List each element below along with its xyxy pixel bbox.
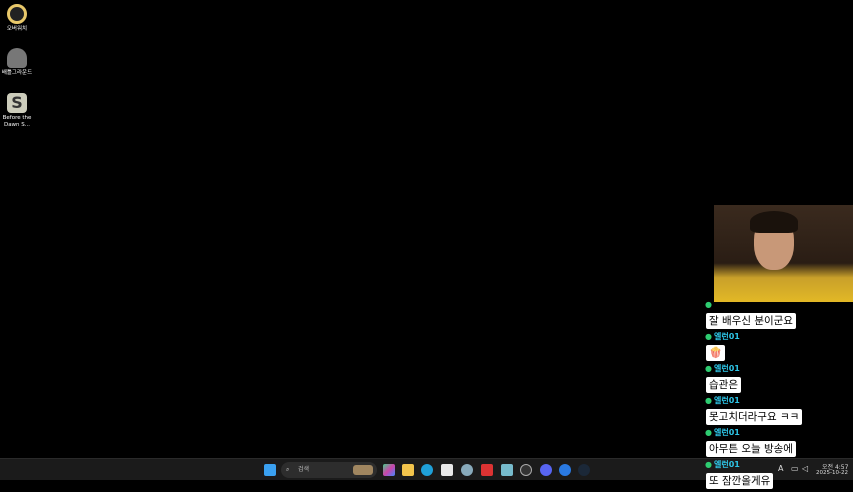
- store-icon[interactable]: [441, 464, 453, 476]
- streamer-hair: [750, 211, 798, 233]
- desktop-icon-label: 배틀그라운드: [1, 70, 33, 76]
- search-box[interactable]: ⌕ 검색: [281, 462, 377, 478]
- user-icon: ●: [705, 460, 712, 469]
- username: 엘런01: [713, 332, 740, 341]
- username: 엘런01: [713, 460, 740, 469]
- app-icon[interactable]: [559, 464, 571, 476]
- username: 엘런01: [713, 396, 740, 405]
- chat-message: 습관은: [706, 377, 741, 393]
- chat-username: ● 엘런01: [705, 396, 853, 405]
- user-icon: ●: [705, 428, 712, 437]
- discord-icon[interactable]: [540, 464, 552, 476]
- user-icon: ●: [705, 332, 712, 341]
- user-icon: ●: [705, 364, 712, 373]
- brave-icon[interactable]: [481, 464, 493, 476]
- search-highlight-image: [353, 465, 373, 475]
- desktop-icon-before-the-dawn[interactable]: S Before the Dawn S...: [0, 93, 34, 129]
- chat-username: ● 엘런01: [705, 332, 853, 341]
- desktop-icon-battlegrounds[interactable]: 배틀그라운드: [0, 48, 34, 77]
- obs-icon[interactable]: [520, 464, 532, 476]
- s-logo-icon: S: [7, 93, 27, 113]
- user-icon: ●: [705, 396, 712, 405]
- start-windows-icon[interactable]: [264, 464, 276, 476]
- search-placeholder: 검색: [298, 466, 310, 473]
- edge-icon[interactable]: [421, 464, 433, 476]
- chat-username: ● 엘런01: [705, 364, 853, 373]
- file-explorer-icon[interactable]: [402, 464, 414, 476]
- chat-username: ● 엘런01: [705, 460, 853, 469]
- desktop-icon-label: Before the Dawn S...: [2, 115, 32, 128]
- copilot-icon[interactable]: [383, 464, 395, 476]
- chat-overlay: ● 잘 배우신 분이군요 ● 엘런01 🍿 ● 엘런01 습관은 ● 엘런01 못고치…: [704, 300, 853, 492]
- user-icon: ●: [705, 300, 712, 309]
- chat-message: 또 잠깐올게유: [706, 473, 774, 489]
- chat-username: ● 엘런01: [705, 428, 853, 437]
- chat-username: ●: [705, 300, 853, 309]
- chat-message: 아무튼 오늘 방송에: [706, 441, 796, 457]
- desktop-icon-label: 오버워치: [6, 26, 28, 32]
- chat-message: 못고치더라구요 ㅋㅋ: [706, 409, 803, 425]
- username: 엘런01: [713, 364, 740, 373]
- chat-message: 잘 배우신 분이군요: [706, 313, 796, 329]
- overwatch-icon: [7, 4, 27, 24]
- settings-gear-icon[interactable]: [461, 464, 473, 476]
- webcam-overlay: [714, 205, 853, 302]
- search-icon: ⌕: [286, 466, 290, 473]
- username: 엘런01: [713, 428, 740, 437]
- helmet-icon: [7, 48, 27, 68]
- steam-icon[interactable]: [578, 464, 590, 476]
- chat-message: 🍿: [706, 345, 726, 361]
- notepad-icon[interactable]: [501, 464, 513, 476]
- desktop-icon-overwatch[interactable]: 오버워치: [0, 4, 34, 33]
